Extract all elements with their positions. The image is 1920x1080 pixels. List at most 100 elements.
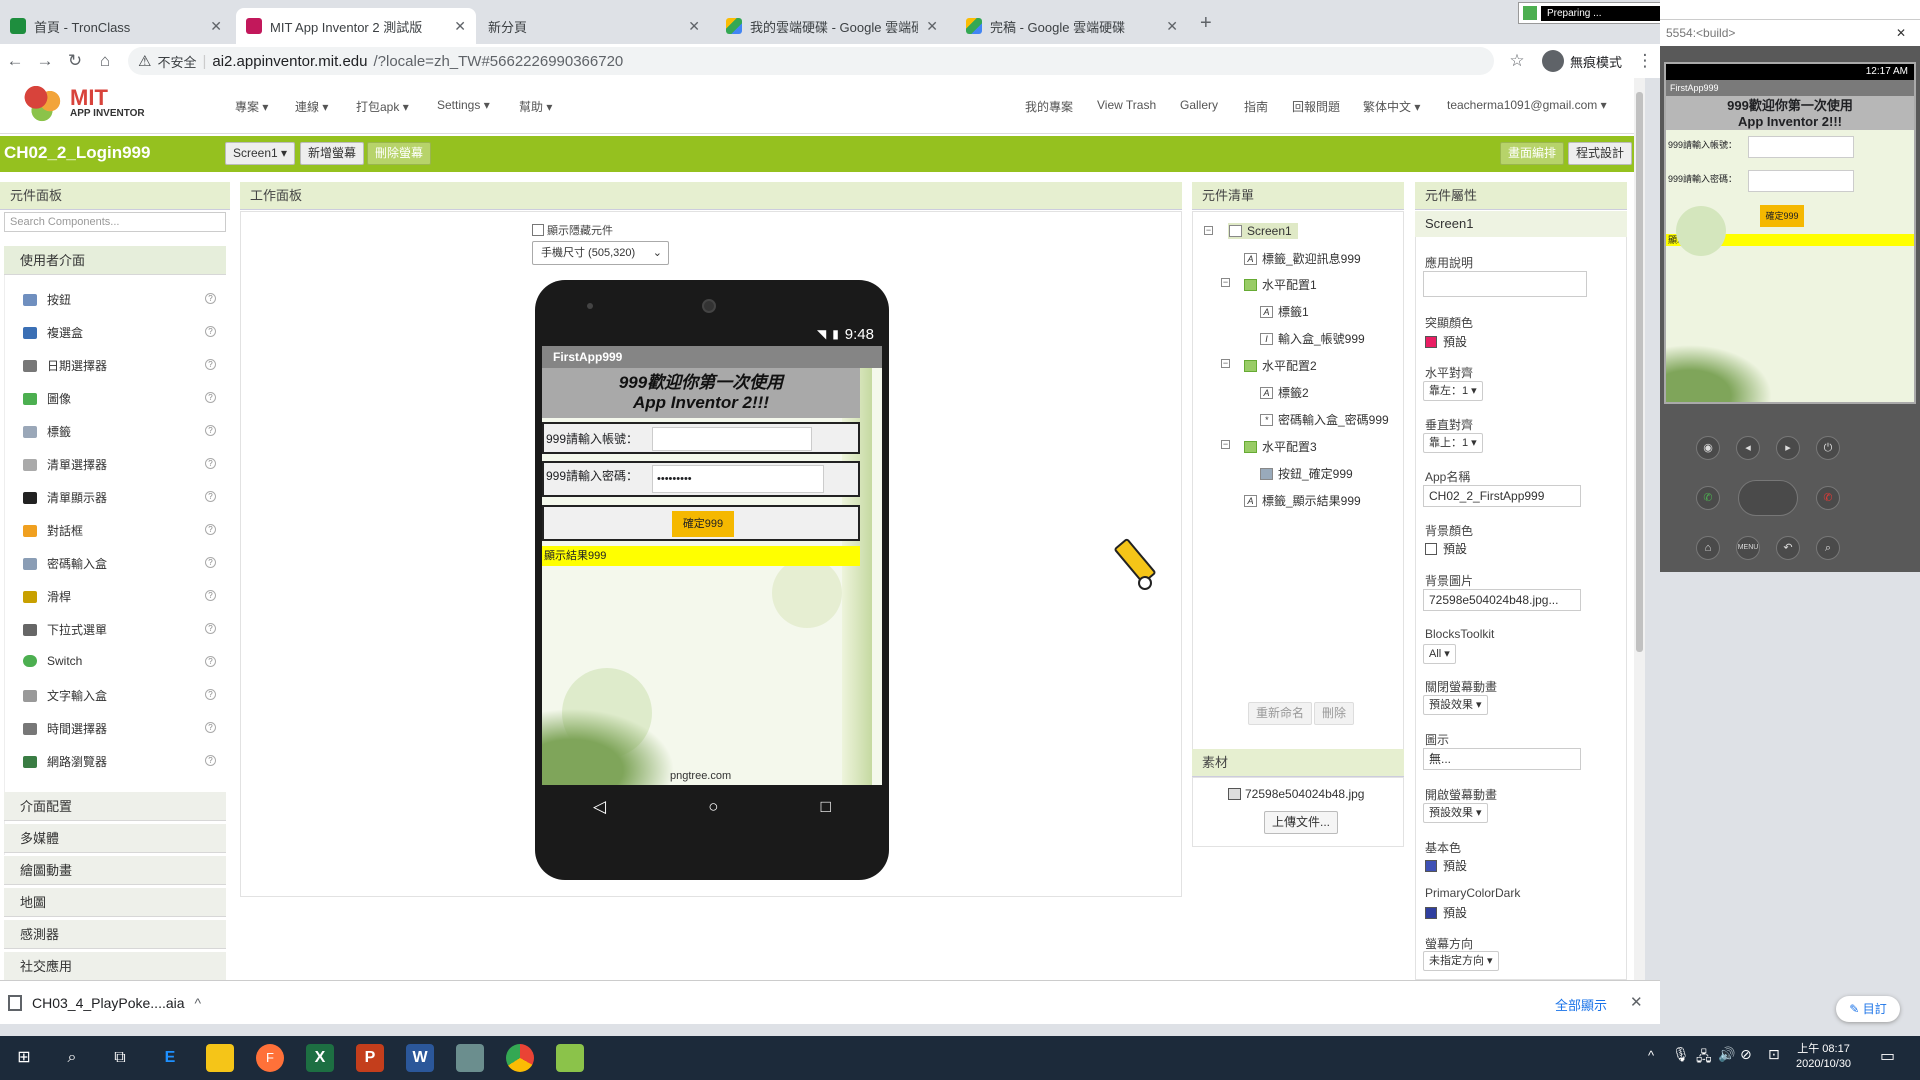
emulator-close-icon[interactable]: ✕ [1896, 20, 1906, 46]
rename-button[interactable]: 重新命名 [1248, 702, 1313, 725]
android-back-icon[interactable]: ◁ [593, 797, 606, 817]
emulator-end-call-icon[interactable]: ✆ [1816, 486, 1840, 510]
close-animation-select[interactable]: 預設效果 ▾ [1423, 695, 1488, 715]
windows-start-icon[interactable]: ⊞ [10, 1044, 38, 1072]
delete-button[interactable]: 刪除 [1314, 702, 1355, 725]
emulator-call-icon[interactable]: ✆ [1696, 486, 1720, 510]
tree-item-label2[interactable]: A 標籤2 [1260, 384, 1309, 401]
horizontal-arrangement-1[interactable]: 999請輸入帳號： [542, 422, 860, 454]
phone-size-select[interactable]: 手機尺寸 (505,320) ⌄ [532, 241, 669, 265]
help-icon[interactable]: ? [205, 557, 216, 568]
confirm-button[interactable]: 確定999 [672, 511, 734, 537]
emulator-account-input[interactable] [1748, 136, 1854, 158]
palette-item-timepicker[interactable]: 時間選擇器 [23, 720, 107, 737]
align-vertical-select[interactable]: 靠上：1 ▾ [1423, 433, 1483, 453]
edge-icon[interactable]: E [156, 1044, 184, 1072]
palette-item-passwordtextbox[interactable]: 密碼輸入盒 [23, 555, 107, 572]
tree-item-harrangement3[interactable]: 水平配置3 [1244, 438, 1317, 455]
component-search-input[interactable]: Search Components... [4, 212, 226, 232]
incognito-indicator[interactable]: 無痕模式 [1541, 50, 1630, 72]
horizontal-arrangement-2[interactable]: 999請輸入密碼： ••••••••• [542, 461, 860, 497]
image-viewer-icon[interactable] [456, 1044, 484, 1072]
emulator-search-icon[interactable]: ⌕ [1816, 536, 1840, 560]
menu-language[interactable]: 繁体中文 ▾ [1363, 98, 1420, 115]
url-bar[interactable]: ⚠ 不安全 | ai2.appinventor.mit.edu /?locale=… [128, 47, 1494, 75]
network-icon[interactable]: 🖧 [1696, 1046, 1712, 1070]
emulator-back-icon[interactable]: ↶ [1776, 536, 1800, 560]
android-recents-icon[interactable]: □ [821, 797, 831, 817]
collapse-icon[interactable]: − [1221, 359, 1230, 368]
blocked-icon[interactable]: ⊘ [1740, 1046, 1752, 1063]
result-label[interactable]: 顯示結果999 [542, 546, 860, 566]
category-maps[interactable]: 地圖 [4, 888, 226, 917]
emulator-dpad[interactable] [1738, 480, 1798, 516]
palette-item-image[interactable]: 圖像 [23, 390, 71, 407]
icon-input[interactable]: 無... [1423, 748, 1581, 770]
primary-dark-picker[interactable]: 預設 [1425, 904, 1467, 921]
close-tab-icon[interactable]: ✕ [926, 18, 938, 35]
show-hidden-toggle[interactable]: 顯示隱藏元件 [532, 222, 613, 238]
tree-item-harrangement2[interactable]: 水平配置2 [1244, 357, 1317, 374]
collapse-icon[interactable]: − [1204, 226, 1213, 235]
tree-item-label1[interactable]: A 標籤1 [1260, 303, 1309, 320]
help-icon[interactable]: ? [205, 425, 216, 436]
about-screen-textarea[interactable] [1423, 271, 1587, 297]
emulator-password-input[interactable] [1748, 170, 1854, 192]
scrollbar-thumb[interactable] [1636, 92, 1643, 652]
help-icon[interactable]: ? [205, 293, 216, 304]
palette-item-textbox[interactable]: 文字輸入盒 [23, 687, 107, 704]
android-icon[interactable] [556, 1044, 584, 1072]
tree-item-screen1[interactable]: Screen1 [1228, 223, 1298, 239]
tab-drive-final[interactable]: 完稿 - Google 雲端硬碟 ✕ [956, 8, 1188, 44]
category-user-interface[interactable]: 使用者介面 [4, 246, 226, 275]
annotate-button[interactable]: ✎ 目訂 [1836, 996, 1900, 1022]
tree-item-result-label[interactable]: A 標籤_顯示結果999 [1244, 492, 1361, 509]
tree-item-welcome-label[interactable]: A 標籤_歡迎訊息999 [1244, 250, 1361, 267]
menu-build[interactable]: 打包apk ▾ [356, 98, 409, 115]
align-horizontal-select[interactable]: 靠左：1 ▾ [1423, 381, 1483, 401]
palette-item-switch[interactable]: Switch [23, 654, 82, 668]
upload-file-button[interactable]: 上傳文件... [1264, 811, 1339, 834]
palette-item-button[interactable]: 按鈕 [23, 291, 71, 308]
primary-color-picker[interactable]: 預設 [1425, 857, 1467, 874]
remove-screen-button[interactable]: 刪除螢幕 [367, 142, 432, 165]
tree-item-account-textbox[interactable]: I 輸入盒_帳號999 [1260, 330, 1365, 347]
app-name-input[interactable]: CH02_2_FirstApp999 [1423, 485, 1581, 507]
help-icon[interactable]: ? [205, 392, 216, 403]
powerpoint-icon[interactable]: P [356, 1044, 384, 1072]
android-home-icon[interactable]: ○ [708, 797, 718, 817]
welcome-label[interactable]: 999歡迎你第一次使用 App Inventor 2!!! [542, 368, 860, 418]
palette-item-label[interactable]: 標籤 [23, 423, 71, 440]
orientation-select[interactable]: 未指定方向 ▾ [1423, 951, 1499, 971]
menu-settings[interactable]: Settings ▾ [437, 98, 490, 112]
mit-logo[interactable]: MIT APP INVENTOR [24, 84, 145, 122]
palette-item-listpicker[interactable]: 清單選擇器 [23, 456, 107, 473]
link-view-trash[interactable]: View Trash [1097, 98, 1156, 112]
palette-item-checkbox[interactable]: 複選盒 [23, 324, 83, 341]
chrome-icon[interactable] [506, 1044, 534, 1072]
palette-item-notifier[interactable]: 對話框 [23, 522, 83, 539]
page-scrollbar[interactable] [1634, 78, 1645, 980]
category-drawing-animation[interactable]: 繪圖動畫 [4, 856, 226, 885]
link-guide[interactable]: 指南 [1244, 98, 1268, 115]
hidden-checkbox[interactable] [532, 224, 544, 236]
close-tab-icon[interactable]: ✕ [688, 18, 700, 35]
category-media[interactable]: 多媒體 [4, 824, 226, 853]
more-options-icon[interactable]: ⋮ [1630, 51, 1660, 71]
account-textbox[interactable] [652, 427, 812, 451]
emulator-volume-up-icon[interactable]: ▸ [1776, 436, 1800, 460]
notification-center-icon[interactable]: ▭ [1880, 1046, 1895, 1066]
tab-app-inventor[interactable]: MIT App Inventor 2 測試版 ✕ [236, 8, 476, 44]
category-layout[interactable]: 介面配置 [4, 792, 226, 821]
blocks-button[interactable]: 程式設計 [1568, 142, 1633, 165]
palette-item-listview[interactable]: 清單顯示器 [23, 489, 107, 506]
tree-item-password-textbox[interactable]: * 密碼輸入盒_密碼999 [1260, 411, 1389, 428]
emulator-power-icon[interactable]: ⏻ [1816, 436, 1840, 460]
home-icon[interactable]: ⌂ [90, 51, 120, 71]
palette-item-webviewer[interactable]: 網路瀏覽器 [23, 753, 107, 770]
tab-new-tab[interactable]: 新分頁 ✕ [478, 8, 710, 44]
ime-icon[interactable]: ⊡ [1768, 1046, 1780, 1063]
file-explorer-icon[interactable] [206, 1044, 234, 1072]
open-animation-select[interactable]: 預設效果 ▾ [1423, 803, 1488, 823]
accent-color-picker[interactable]: 預設 [1425, 333, 1467, 350]
